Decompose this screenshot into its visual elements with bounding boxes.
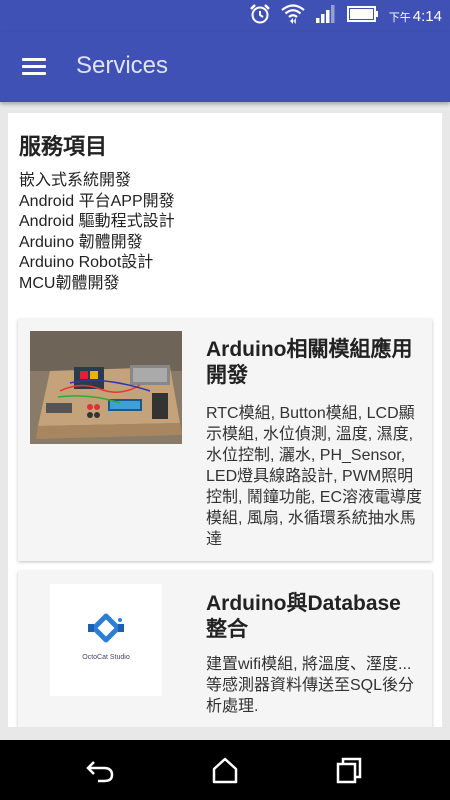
hamburger-icon-line (22, 65, 46, 68)
service-item: Arduino Robot設計 (19, 254, 154, 271)
arduino-board-photo (30, 331, 182, 444)
recents-button[interactable] (332, 754, 366, 786)
back-icon (86, 761, 114, 783)
service-item: Arduino 韌體開發 (19, 233, 143, 251)
services-heading: 服務項目 (19, 134, 108, 159)
signal-icon (315, 4, 337, 29)
status-icons: 下午 4:14 (249, 3, 442, 30)
recents-icon (336, 757, 362, 784)
status-ampm: 下午 (388, 11, 411, 24)
home-button[interactable] (208, 754, 242, 786)
hamburger-icon (22, 58, 46, 61)
navigation-bar (0, 740, 450, 800)
status-time: 下午 4:14 (389, 8, 442, 25)
battery-icon (346, 5, 379, 28)
alarm-clock-icon (249, 3, 271, 30)
card-description: 建置wifi模組, 將溫度、溼度...等感測器資料傳送至SQL後分析處理. (206, 656, 415, 715)
service-item: 嵌入式系統開發 (19, 172, 132, 189)
services-list: 嵌入式系統開發 Android 平台APP開發 Android 驅動程式設計 A… (19, 171, 175, 294)
service-card[interactable]: Arduino相關模組應用開發 RTC模組, Button模組, LCD顯示模組… (18, 319, 432, 561)
status-clock: 4:14 (412, 7, 442, 25)
logo-text: OctoCat Studio (82, 654, 130, 661)
home-icon (212, 757, 238, 784)
wifi-icon (281, 3, 305, 30)
service-item: Android 平台APP開發 (19, 192, 175, 210)
back-button[interactable] (84, 754, 118, 786)
service-item: Android 驅動程式設計 (19, 213, 175, 230)
card-title: Arduino與Database整合 (206, 592, 401, 641)
status-bar: 下午 4:14 (0, 0, 450, 32)
page-title: Services (76, 52, 169, 79)
content-panel: 服務項目 嵌入式系統開發 Android 平台APP開發 Android 驅動程… (8, 113, 442, 727)
card-title: Arduino相關模組應用開發 (206, 338, 413, 387)
octocat-studio-logo: OctoCat Studio (50, 584, 162, 696)
app-bar: Services (0, 32, 450, 102)
hamburger-icon-line (22, 72, 46, 75)
service-item: MCU韌體開發 (19, 274, 120, 292)
card-description: RTC模組, Button模組, LCD顯示模組, 水位偵測, 溫度, 濕度, … (206, 405, 423, 548)
menu-button[interactable] (14, 49, 54, 85)
service-card[interactable]: OctoCat Studio Arduino與Database整合 建置wifi… (18, 571, 432, 727)
